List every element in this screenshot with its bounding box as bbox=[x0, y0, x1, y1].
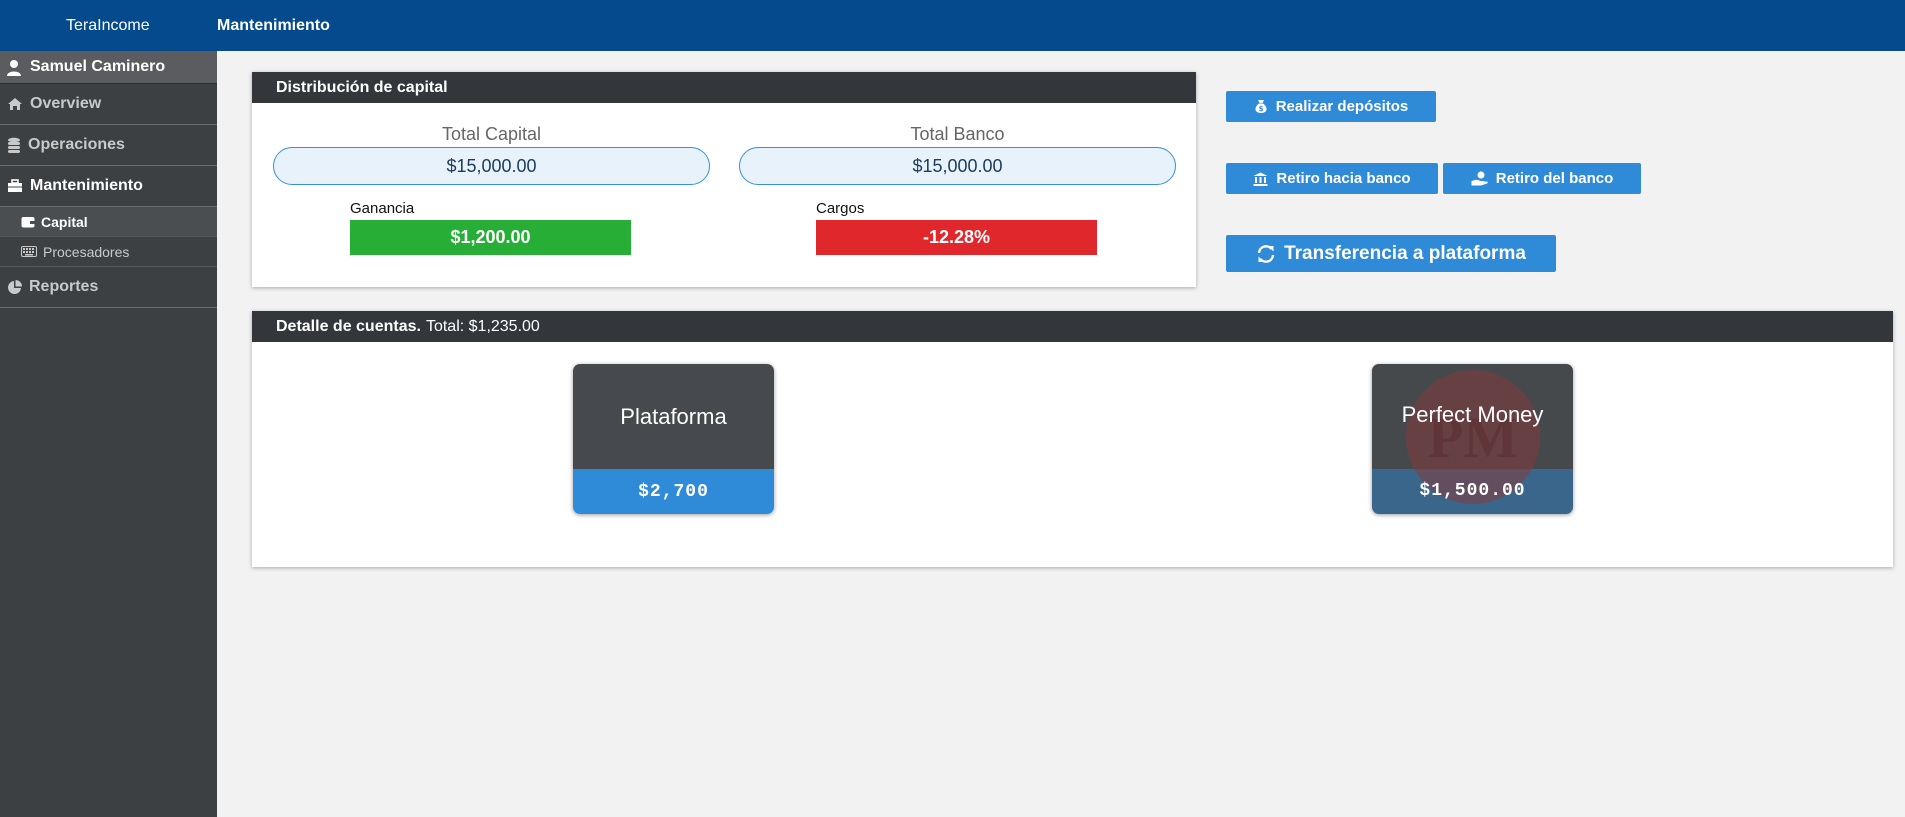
accounts-detail-panel: Detalle de cuentas. Total: $1,235.00 Pla… bbox=[252, 311, 1893, 567]
panel-header: Detalle de cuentas. Total: $1,235.00 bbox=[252, 311, 1893, 342]
account-name: Perfect Money bbox=[1401, 402, 1544, 427]
sidebar-item-label: Reportes bbox=[29, 278, 99, 295]
withdraw-to-bank-button[interactable]: Retiro hacia banco bbox=[1226, 163, 1438, 194]
page-section-title: Mantenimiento bbox=[217, 17, 330, 34]
transfer-platform-button[interactable]: Transferencia a plataforma bbox=[1226, 235, 1556, 272]
withdraw-to-bank-label: Retiro hacia banco bbox=[1276, 170, 1411, 187]
sidebar-item-label: Mantenimiento bbox=[30, 177, 143, 194]
total-capital-label: Total Capital bbox=[441, 124, 542, 144]
withdraw-from-bank-button[interactable]: Retiro del banco bbox=[1443, 163, 1641, 194]
panel-header: Distribución de capital bbox=[252, 72, 1196, 103]
home-icon bbox=[7, 97, 23, 111]
brand-link[interactable]: TeraIncome bbox=[66, 17, 150, 35]
withdraw-from-bank-label: Retiro del banco bbox=[1495, 170, 1614, 187]
pie-chart-icon bbox=[7, 279, 22, 295]
sidebar-subitem-capital[interactable]: Capital bbox=[0, 207, 217, 237]
bank-icon bbox=[1253, 172, 1268, 186]
sidebar-subitem-label: Procesadores bbox=[43, 243, 130, 260]
cargos-label: Cargos bbox=[816, 200, 865, 217]
sidebar-item-operaciones[interactable]: Operaciones bbox=[0, 125, 217, 166]
accounts-total: Total: $1,235.00 bbox=[425, 317, 540, 335]
money-bag-icon: $ bbox=[1254, 99, 1268, 114]
coins-icon bbox=[7, 137, 21, 153]
top-navbar: TeraIncome Mantenimiento bbox=[0, 0, 1905, 51]
toolbox-icon bbox=[7, 179, 23, 193]
ganancia-value: $1,200.00 bbox=[350, 220, 631, 255]
sidebar-user-name: Samuel Caminero bbox=[30, 58, 166, 75]
sidebar-subitem-label: Capital bbox=[41, 213, 88, 230]
sidebar-item-label: Operaciones bbox=[28, 136, 125, 153]
capital-distribution-panel: Distribución de capital Total Capital $1… bbox=[252, 72, 1196, 287]
account-card-header: Plataforma bbox=[573, 364, 774, 469]
sidebar-item-label: Overview bbox=[30, 95, 102, 112]
account-amount: $1,500.00 bbox=[1419, 481, 1526, 501]
keyboard-icon bbox=[21, 246, 37, 257]
transfer-platform-label: Transferencia a plataforma bbox=[1284, 242, 1526, 264]
sidebar-item-reportes[interactable]: Reportes bbox=[0, 267, 217, 308]
account-card-perfect-money[interactable]: PM Perfect Money $1,500.00 bbox=[1372, 364, 1573, 514]
sidebar-user[interactable]: Samuel Caminero bbox=[0, 51, 217, 84]
deposit-button-label: Realizar depósitos bbox=[1275, 98, 1409, 115]
total-banco-value: $15,000.00 bbox=[739, 147, 1176, 185]
deposit-button[interactable]: $ Realizar depósitos bbox=[1226, 91, 1436, 122]
sync-icon bbox=[1256, 244, 1276, 264]
sidebar-subitem-procesadores[interactable]: Procesadores bbox=[0, 237, 217, 267]
total-capital-value: $15,000.00 bbox=[273, 147, 710, 185]
sidebar: Samuel Caminero Overview Operaciones Man… bbox=[0, 51, 217, 817]
account-amount: $2,700 bbox=[573, 469, 774, 514]
sidebar-item-mantenimiento[interactable]: Mantenimiento bbox=[0, 166, 217, 207]
panel-title: Detalle de cuentas. bbox=[276, 317, 421, 335]
panel-title: Distribución de capital bbox=[276, 78, 448, 96]
ganancia-label: Ganancia bbox=[350, 200, 415, 217]
wallet-icon bbox=[21, 216, 35, 228]
account-card-plataforma[interactable]: Plataforma $2,700 bbox=[573, 364, 774, 514]
svg-text:$: $ bbox=[1258, 105, 1263, 113]
total-banco-label: Total Banco bbox=[910, 124, 1005, 144]
hand-holding-usd-icon bbox=[1471, 171, 1488, 186]
sidebar-item-overview[interactable]: Overview bbox=[0, 84, 217, 125]
account-name: Plataforma bbox=[620, 403, 727, 429]
cargos-value: -12.28% bbox=[816, 220, 1097, 255]
user-icon bbox=[6, 59, 22, 76]
